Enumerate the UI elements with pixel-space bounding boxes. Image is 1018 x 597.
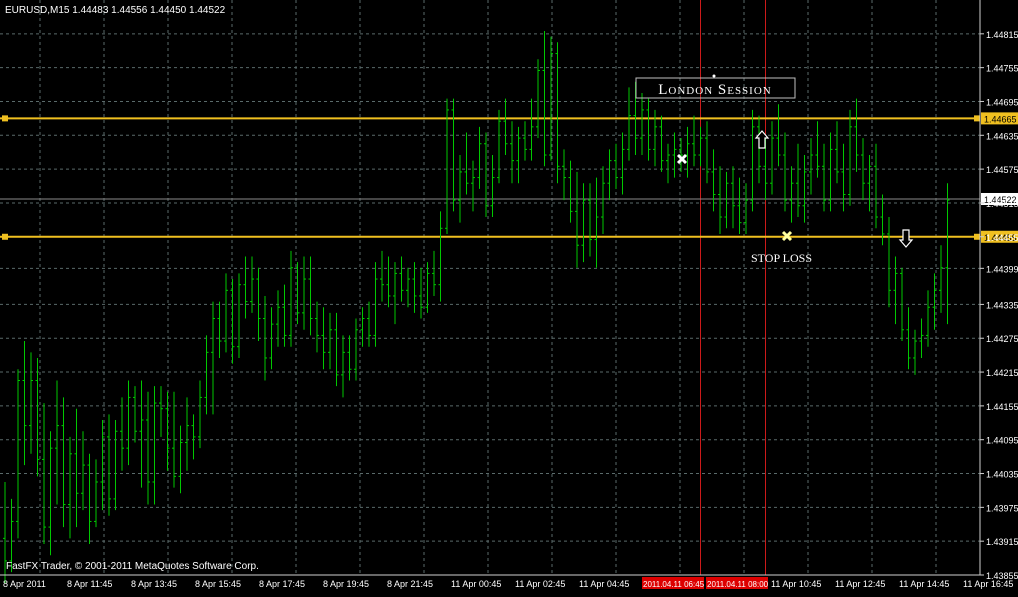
price-tick-label: 1.44815 [986,30,1018,40]
time-tick-label: 11 Apr 10:45 [771,579,821,589]
ohlc-chart[interactable]: 1.446651.444551.44522 1.448151.447551.44… [0,0,1018,592]
price-line-tag-label: 1.44665 [984,114,1017,124]
time-tick-label: 2011.04.11 06:45 [643,580,705,589]
time-tick-label: 8 Apr 17:45 [259,579,305,589]
time-tick-label: 11 Apr 12:45 [835,579,885,589]
time-tick-label: 11 Apr 04:45 [579,579,629,589]
symbol-header: EURUSD,M15 1.44483 1.44556 1.44450 1.445… [5,5,226,16]
time-tick-label: 8 Apr 19:45 [323,579,369,589]
price-tick-label: 1.44575 [986,165,1018,175]
price-tick-label: 1.44155 [986,402,1018,412]
time-tick-label: 8 Apr 15:45 [195,579,241,589]
time-tick-label: 11 Apr 14:45 [899,579,949,589]
price-tick-label: 1.43975 [986,503,1018,513]
time-tick-label: 2011.04.11 08:00 [707,580,769,589]
chart-background [0,0,1018,592]
price-tick-label: 1.44399 [986,264,1018,274]
chart-window[interactable]: 1.44665 1.44455 1.44522 1.44815 1.44755 1.44… [0,0,1018,592]
price-tick-label: 1.44635 [986,131,1018,141]
price-tick-label: 1.44095 [986,436,1018,446]
line-handle-left [2,115,8,122]
copyright-label: FastFX Trader, © 2001-2011 MetaQuotes So… [6,561,259,572]
price-tick-label: 1.44515 [986,199,1018,209]
session-dot [712,74,716,78]
time-tick-label: 8 Apr 11:45 [67,579,112,589]
price-tick-label: 1.44035 [986,470,1018,480]
price-tick-label: 1.44695 [986,97,1018,107]
time-tick-label: 8 Apr 2011 [3,579,46,589]
line-handle-right [974,115,980,122]
time-tick-label: 8 Apr 13:45 [131,579,177,589]
stop-loss-label: STOP LOSS [751,251,812,265]
price-tick-label: 1.44215 [986,368,1018,378]
line-handle-left [2,233,8,240]
price-tick-label: 1.44755 [986,64,1018,74]
price-tick-label: 1.44275 [986,334,1018,344]
time-tick-label: 11 Apr 00:45 [451,579,501,589]
line-handle-right [974,233,980,240]
time-tick-label: 11 Apr 02:45 [515,579,565,589]
price-tick-label: 1.44455 [986,233,1018,243]
price-tick-label: 1.44335 [986,300,1018,310]
session-label: London Session [658,82,771,98]
time-tick-label: 8 Apr 21:45 [387,579,433,589]
time-tick-label: 11 Apr 16:45 [963,579,1013,589]
price-tick-label: 1.43915 [986,537,1018,547]
